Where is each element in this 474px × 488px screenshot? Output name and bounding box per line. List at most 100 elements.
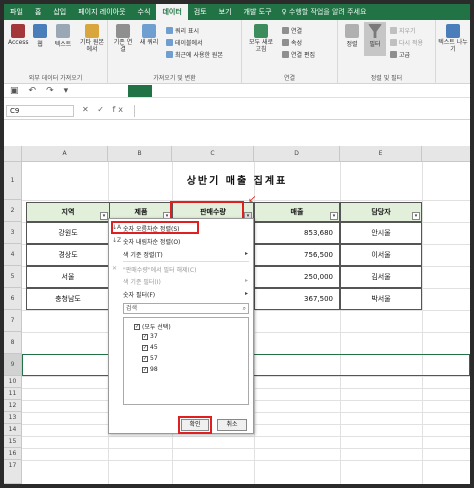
advanced-button[interactable]: 고급 [390, 50, 410, 59]
cell-region-4[interactable]: 충청남도 [26, 288, 110, 310]
customize-qat-icon[interactable]: ▾ [64, 86, 69, 96]
show-queries-button[interactable]: 쿼리 표시 [166, 26, 199, 35]
tab-review[interactable]: 검토 [188, 4, 213, 20]
header-region[interactable]: 지역 [26, 202, 110, 222]
web-button[interactable]: 웹 [32, 24, 48, 48]
tell-me-search[interactable]: ♀ 수행할 작업을 알려 주세요 [282, 7, 367, 17]
menu-filter-by-color[interactable]: 색 기준 필터(I) [123, 277, 161, 286]
row-header-16[interactable]: 16 [4, 448, 22, 460]
tab-formulas[interactable]: 수식 [132, 4, 157, 20]
formula-divider [134, 105, 135, 117]
checkbox-value[interactable]: ✓ 37 [142, 333, 158, 340]
cell-person-1[interactable]: 안시울 [340, 222, 422, 244]
existing-connections-button[interactable]: 기존 연결 [112, 24, 134, 53]
menu-sort-descending[interactable]: 숫자 내림차순 정렬(O) [123, 237, 180, 246]
filter-button[interactable]: 필터 [364, 22, 386, 56]
tab-home[interactable]: 홈 [29, 4, 47, 20]
clear-filter-button[interactable]: 지우기 [390, 26, 416, 35]
select-all-corner[interactable] [4, 146, 22, 162]
menu-sort-by-color[interactable]: 색 기준 정렬(T) [123, 250, 163, 259]
filter-values-list[interactable]: ✓ (모두 선택) ✓ 37 ✓ 45 ✓ 57 ✓ 98 [123, 317, 249, 405]
tab-file[interactable]: 파일 [4, 4, 29, 20]
text-to-columns-label: 텍스트 나누기 [438, 39, 468, 53]
menu-separator [123, 261, 249, 262]
checkbox-value[interactable]: ✓ 98 [142, 366, 158, 373]
filter-dropdown-region[interactable]: ▾ [100, 212, 108, 220]
row-header-4[interactable]: 4 [4, 244, 22, 266]
menu-number-filters[interactable]: 숫자 필터(F) [123, 290, 155, 299]
cell-sales-4[interactable]: 367,500 [254, 288, 340, 310]
row-header-15[interactable]: 15 [4, 436, 22, 448]
checkbox-value[interactable]: ✓ 57 [142, 355, 158, 362]
cell-person-2[interactable]: 이서울 [340, 244, 422, 266]
new-query-button[interactable]: 새 쿼리 [138, 24, 160, 46]
group-name-external: 외부 데이터 가져오기 [28, 75, 83, 82]
row-header-8[interactable]: 8 [4, 332, 22, 354]
cancel-button[interactable]: 취소 [217, 419, 247, 431]
header-sales[interactable]: 매출 [254, 202, 340, 222]
recent-sources-button[interactable]: 최근에 사용한 원본 [166, 50, 223, 59]
reapply-button[interactable]: 다시 적용 [390, 38, 423, 47]
submenu-arrow-icon: ▸ [244, 290, 248, 297]
tab-data[interactable]: 데이터 [156, 4, 188, 20]
other-sources-button[interactable]: 기타 원본에서 [78, 24, 106, 53]
row-header-3[interactable]: 3 [4, 222, 22, 244]
checkbox-value[interactable]: ✓ 45 [142, 344, 158, 351]
row-header-5[interactable]: 5 [4, 266, 22, 288]
formula-buttons[interactable]: ✕ ✓ fx [82, 105, 126, 114]
refresh-all-button[interactable]: 모두 새로 고침 [246, 24, 276, 53]
properties-button[interactable]: 속성 [282, 38, 302, 47]
row-header-2[interactable]: 2 [4, 200, 22, 222]
connections-button[interactable]: 연결 [282, 26, 302, 35]
column-header-d[interactable]: D [254, 146, 340, 162]
row-header-9[interactable]: 9 [4, 354, 22, 376]
cell-sales-1[interactable]: 853,680 [254, 222, 340, 244]
redo-icon[interactable]: ↷ [46, 86, 54, 96]
column-header-b[interactable]: B [108, 146, 172, 162]
tab-insert[interactable]: 삽입 [47, 4, 72, 20]
menu-clear-filter[interactable]: "판매수량"에서 필터 해제(C) [123, 265, 196, 274]
header-sales-label: 매출 [290, 208, 304, 216]
tab-developer[interactable]: 개발 도구 [238, 4, 278, 20]
undo-icon[interactable]: ↶ [29, 86, 37, 96]
row-header-6[interactable]: 6 [4, 288, 22, 310]
tab-view[interactable]: 보기 [213, 4, 238, 20]
cell-region-1[interactable]: 강원도 [26, 222, 110, 244]
filter-dropdown-sales[interactable]: ▾ [330, 212, 338, 220]
recent-sources-label: 최근에 사용한 원본 [175, 52, 223, 59]
filter-dropdown-person[interactable]: ▾ [412, 212, 420, 220]
cell-region-2[interactable]: 경상도 [26, 244, 110, 266]
cell-region-3[interactable]: 서울 [26, 266, 110, 288]
access-button[interactable]: Access [8, 24, 29, 46]
sheet-title: 상반기 매출 집계표 [186, 176, 288, 187]
tab-page-layout[interactable]: 페이지 레이아웃 [72, 4, 131, 20]
cell-person-3[interactable]: 김서울 [340, 266, 422, 288]
checkbox-select-all[interactable]: ✓ (모두 선택) [134, 322, 171, 331]
text-button[interactable]: 텍스트 [52, 24, 74, 48]
filter-search-input[interactable]: 검색 ⌕ [123, 303, 249, 314]
header-product-label: 제품 [134, 208, 148, 216]
cell-sales-2[interactable]: 756,500 [254, 244, 340, 266]
row-header-17[interactable]: 17 [4, 460, 22, 484]
cell-sales-3[interactable]: 250,000 [254, 266, 340, 288]
person-text: 박서울 [371, 295, 391, 303]
save-icon[interactable]: ▣ [10, 86, 19, 96]
row-header-11[interactable]: 11 [4, 388, 22, 400]
advanced-icon [390, 51, 397, 58]
sort-button[interactable]: 정렬 [342, 24, 362, 48]
cell-person-4[interactable]: 박서울 [340, 288, 422, 310]
row-header-10[interactable]: 10 [4, 376, 22, 388]
row-header-14[interactable]: 14 [4, 424, 22, 436]
gridline [22, 436, 470, 437]
from-table-button[interactable]: 테이블에서 [166, 38, 203, 47]
name-box[interactable]: C9 [6, 105, 74, 117]
row-header-12[interactable]: 12 [4, 400, 22, 412]
column-header-e[interactable]: E [340, 146, 422, 162]
edit-links-button[interactable]: 연결 편집 [282, 50, 315, 59]
column-header-c[interactable]: C [172, 146, 254, 162]
text-to-columns-button[interactable]: 텍스트 나누기 [438, 24, 468, 53]
row-header-7[interactable]: 7 [4, 310, 22, 332]
column-header-a[interactable]: A [22, 146, 108, 162]
header-person[interactable]: 담당자 [340, 202, 422, 222]
row-header-13[interactable]: 13 [4, 412, 22, 424]
